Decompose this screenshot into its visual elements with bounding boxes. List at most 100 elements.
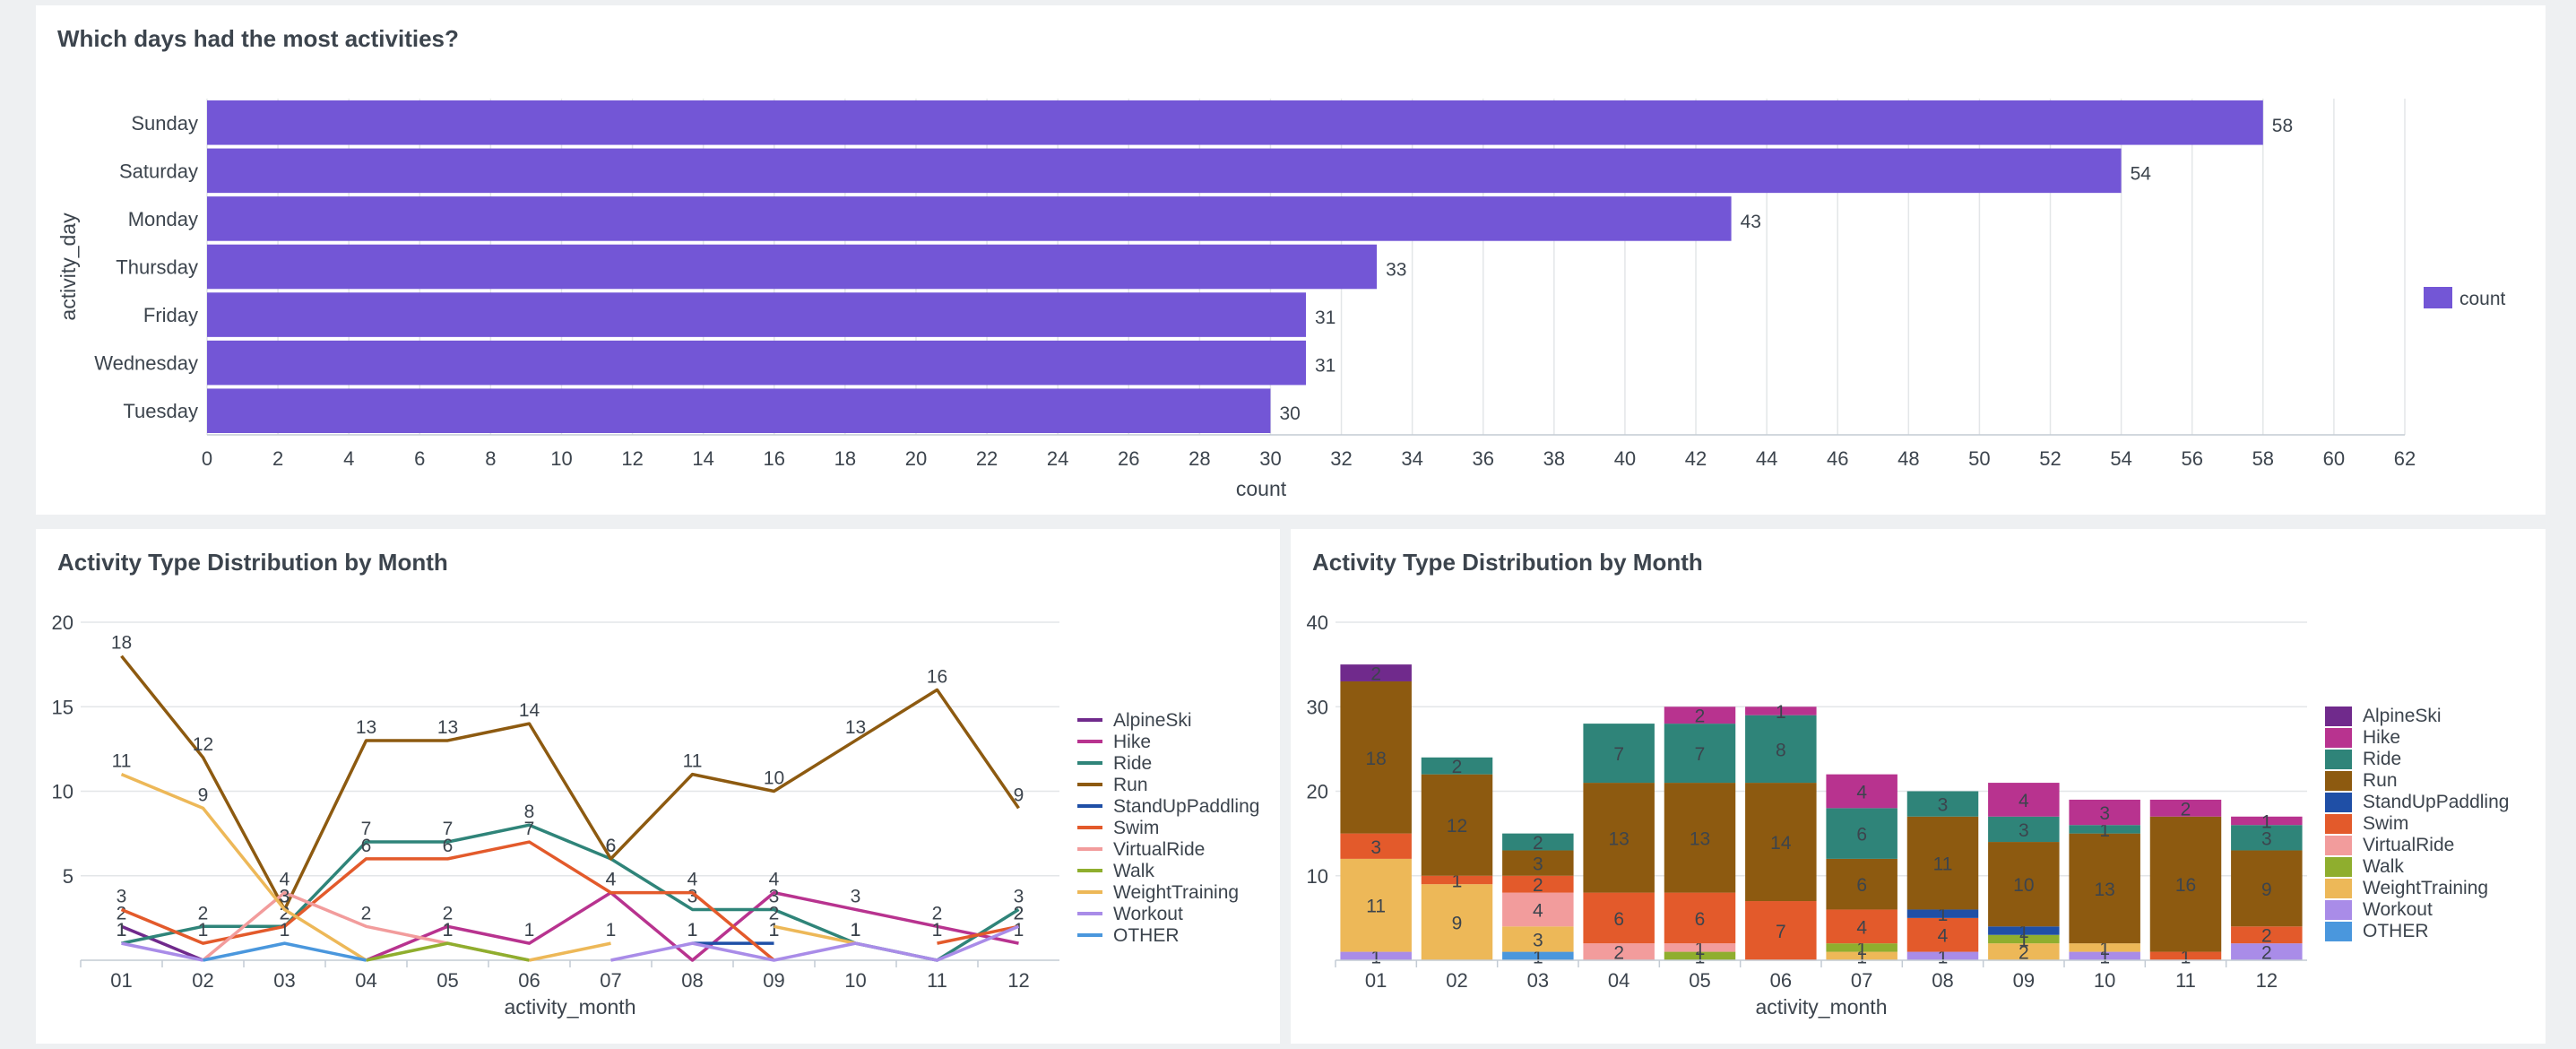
x-tick-label: 04 — [355, 969, 376, 992]
legend-label: Swim — [1113, 818, 1159, 838]
legend-swatch — [2325, 922, 2352, 941]
legend-label: Swim — [2363, 813, 2408, 834]
legend-label: count — [2459, 289, 2506, 309]
bar-monday — [207, 196, 1732, 241]
x-tick-label: 04 — [1608, 969, 1629, 992]
x-tick-label: 10 — [844, 969, 866, 992]
data-label: 54 — [2131, 163, 2152, 184]
data-label: 9 — [2261, 880, 2272, 900]
data-label: 6 — [443, 836, 454, 856]
y-tick-label: Wednesday — [94, 352, 198, 375]
data-label: 2 — [1014, 903, 1024, 923]
legend-swatch — [2325, 771, 2352, 791]
data-label: 6 — [361, 836, 372, 856]
data-label: 14 — [1770, 833, 1792, 854]
x-tick-label: 06 — [1770, 969, 1792, 992]
data-label: 3 — [117, 886, 127, 906]
bar-thursday — [207, 244, 1378, 290]
data-label: 1 — [606, 920, 617, 941]
data-label: 3 — [1370, 837, 1381, 858]
x-axis-label: activity_month — [1755, 995, 1887, 1019]
x-tick-label: 12 — [1007, 969, 1029, 992]
legend-swatch — [2325, 750, 2352, 769]
bar-friday — [207, 292, 1306, 337]
data-label: 3 — [2099, 803, 2110, 824]
x-tick-label: 03 — [1527, 969, 1549, 992]
data-label: 1 — [2261, 811, 2272, 832]
series-line-alpineski — [120, 924, 204, 962]
y-tick-label: 40 — [1307, 611, 1328, 634]
data-label: 11 — [112, 751, 132, 772]
data-label: 10 — [2013, 875, 2034, 896]
series-line-ride — [121, 823, 1020, 962]
data-label: 4 — [1856, 783, 1867, 803]
data-label: 58 — [2272, 116, 2293, 136]
legend-swatch — [2325, 857, 2352, 877]
day-bar-chart: 0 2 4 6 8 10 12 14 16 18 20 22 24 26 28 30 32 34 36 38 40 42 4… — [56, 99, 2506, 500]
data-label: 13 — [1690, 828, 1710, 849]
x-tick-label: 07 — [1851, 969, 1872, 992]
data-label: 9 — [1014, 785, 1024, 805]
data-label: 12 — [1447, 816, 1467, 837]
right-panel: Activity Type Distribution by Month 10 20… — [1291, 529, 2546, 1044]
data-label: 7 — [524, 819, 535, 839]
bar-sunday — [207, 100, 2263, 145]
x-tick-label: 18 — [834, 447, 856, 470]
data-label: 6 — [1856, 875, 1867, 896]
data-label: 2 — [1533, 833, 1543, 854]
data-label: 3 — [1938, 795, 1949, 816]
x-tick-label: 34 — [1401, 447, 1422, 470]
data-label: 2 — [2181, 799, 2191, 819]
data-label: 2 — [1695, 707, 1706, 727]
legend-label: OTHER — [1113, 925, 1180, 946]
legend-swatch — [2325, 728, 2352, 748]
x-tick-label: 46 — [1827, 447, 1848, 470]
data-label: 6 — [1695, 909, 1706, 930]
data-label: 4 — [606, 870, 617, 890]
data-label: 1 — [1776, 702, 1786, 723]
x-tick-label: 08 — [681, 969, 703, 992]
data-label: 4 — [1533, 900, 1543, 921]
x-tick-label: 02 — [192, 969, 213, 992]
data-label: 9 — [1452, 914, 1463, 934]
y-tick-label: Friday — [143, 304, 198, 326]
x-tick-label: 56 — [2181, 447, 2202, 470]
data-label: 7 — [1695, 744, 1706, 765]
series-line-run — [120, 655, 1020, 912]
data-label: 2 — [1452, 757, 1463, 777]
data-label: 7 — [1613, 744, 1624, 765]
data-label: 11 — [1366, 897, 1386, 917]
legend-label: Run — [1113, 775, 1148, 795]
legend-label: Walk — [2363, 856, 2404, 877]
monthly-line-chart: 510152001 02 03 04 05 06 07 08 09 10 11 12activity_… — [52, 611, 1260, 1019]
data-label: 1 — [280, 920, 290, 941]
legend-label: StandUpPaddling — [2363, 792, 2509, 812]
x-tick-label: 16 — [764, 447, 785, 470]
data-label: 18 — [1365, 749, 1386, 769]
x-tick-label: 08 — [1932, 969, 1953, 992]
data-label: 31 — [1315, 356, 1336, 377]
y-tick-label: 5 — [63, 865, 73, 888]
x-axis-label: count — [1236, 477, 1287, 500]
x-tick-label: 02 — [1446, 969, 1467, 992]
x-tick-label: 6 — [414, 447, 425, 470]
x-tick-label: 11 — [927, 969, 947, 992]
x-tick-label: 09 — [763, 969, 784, 992]
legend-label: Workout — [2363, 899, 2433, 920]
x-tick-label: 4 — [343, 447, 354, 470]
y-tick-label: 30 — [1307, 696, 1328, 718]
x-tick-label: 11 — [2175, 969, 2196, 992]
x-tick-label: 12 — [621, 447, 643, 470]
data-label: 9 — [198, 785, 209, 805]
y-tick-label: Monday — [128, 208, 198, 230]
data-label: 30 — [1279, 403, 1300, 424]
x-tick-label: 50 — [1968, 447, 1990, 470]
legend-label: OTHER — [2363, 921, 2429, 941]
x-tick-label: 36 — [1472, 447, 1493, 470]
data-label: 1 — [443, 920, 454, 941]
x-tick-label: 2 — [272, 447, 283, 470]
x-tick-label: 05 — [1689, 969, 1710, 992]
data-label: 11 — [683, 751, 703, 772]
data-label: 7 — [1776, 922, 1786, 942]
data-label: 13 — [437, 717, 458, 738]
